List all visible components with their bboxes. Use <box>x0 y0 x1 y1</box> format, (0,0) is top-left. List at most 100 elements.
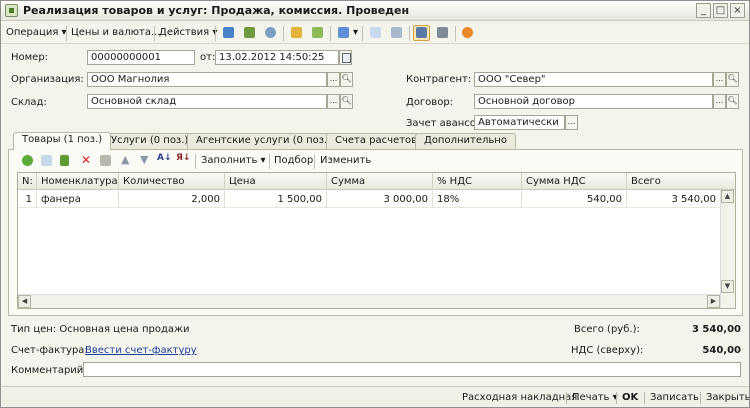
actions-menu[interactable]: Действия ▾ <box>159 26 217 40</box>
window-title: Реализация товаров и услуг: Продажа, ком… <box>23 4 410 17</box>
vat-value: 540,00 <box>702 345 741 356</box>
scroll-down-icon[interactable]: ▼ <box>721 280 734 293</box>
tab-agent-services[interactable]: Агентские услуги (0 поз.) <box>187 133 341 149</box>
list-settings-icon[interactable] <box>434 25 451 41</box>
organization-field[interactable]: ООО Магнолия <box>87 72 327 87</box>
cell-item[interactable]: фанера <box>37 191 119 208</box>
column-header-quantity[interactable]: Количество <box>119 173 225 190</box>
cell-vat-rate[interactable]: 18% <box>433 191 522 208</box>
debit-credit-icon[interactable] <box>367 25 384 41</box>
post-and-close-icon[interactable] <box>220 25 237 41</box>
end-edit-icon[interactable] <box>97 153 114 169</box>
change-button[interactable]: Изменить <box>320 154 371 168</box>
save-button[interactable]: Записать <box>650 391 699 405</box>
date-label: от: <box>200 52 216 63</box>
vertical-scrollbar[interactable]: ▲ ▼ <box>720 190 735 308</box>
warehouse-label: Склад: <box>11 97 47 108</box>
tab-services[interactable]: Услуги (0 поз.) <box>102 133 198 149</box>
operation-menu[interactable]: Операция ▾ <box>6 26 67 40</box>
cell-quantity[interactable]: 2,000 <box>119 191 225 208</box>
comment-field[interactable] <box>83 362 741 377</box>
price-type-label: Тип цен: Основная цена продажи <box>11 324 190 335</box>
scroll-right-icon[interactable]: ▶ <box>707 295 720 308</box>
column-header-number[interactable]: N: <box>18 173 37 190</box>
contract-select-button[interactable]: ... <box>713 94 726 109</box>
column-header-vat-rate[interactable]: % НДС <box>433 173 522 190</box>
horizontal-scrollbar[interactable]: ◀ ▶ <box>18 294 720 308</box>
help-icon[interactable] <box>459 25 476 41</box>
tab-goods[interactable]: Товары (1 поз.) <box>13 132 112 150</box>
enter-invoice-link[interactable]: Ввести счет-фактуру <box>85 345 197 356</box>
save-document-icon[interactable] <box>241 25 258 41</box>
cell-number: 1 <box>18 191 37 208</box>
close-button[interactable]: Закрыть <box>706 391 749 405</box>
column-header-sum[interactable]: Сумма <box>327 173 433 190</box>
cell-sum[interactable]: 3 000,00 <box>327 191 433 208</box>
organization-select-button[interactable]: ... <box>327 72 340 87</box>
copy-row-icon[interactable] <box>38 153 55 169</box>
sort-descending-icon[interactable]: Я↓ <box>174 153 191 169</box>
title-bar: Реализация товаров и услуг: Продажа, ком… <box>1 1 749 21</box>
fill-menu[interactable]: Заполнить ▾ <box>201 154 266 168</box>
refresh-icon[interactable] <box>262 25 279 41</box>
selection-button[interactable]: Подбор <box>274 154 313 168</box>
ok-button[interactable]: OK <box>622 391 638 405</box>
advance-offset-select-button[interactable]: ... <box>565 115 578 130</box>
tab-settlement-accounts[interactable]: Счета расчетов <box>326 133 427 149</box>
column-header-price[interactable]: Цена <box>225 173 327 190</box>
total-label: Всего (руб.): <box>574 324 640 335</box>
number-field[interactable]: 00000000001 <box>87 50 195 65</box>
cell-price[interactable]: 1 500,00 <box>225 191 327 208</box>
tab-additional[interactable]: Дополнительно <box>415 133 516 149</box>
date-field[interactable]: 13.02.2012 14:50:25 <box>215 50 339 65</box>
advance-offset-field[interactable]: Автоматически <box>474 115 565 130</box>
post-document-icon[interactable] <box>288 25 305 41</box>
cell-vat-sum[interactable]: 540,00 <box>522 191 627 208</box>
counterparty-field[interactable]: ООО "Север" <box>474 72 713 87</box>
print-menu[interactable]: Печать ▾ <box>572 391 618 405</box>
delete-row-icon[interactable]: ✕ <box>77 153 94 169</box>
waybill-button[interactable]: Расходная накладная <box>462 391 577 405</box>
organization-open-icon[interactable]: 🔍︎ <box>340 72 353 87</box>
goods-panel: ✕ ▲ ▼ A↓ Я↓ Заполнить ▾ Подбор Изменить … <box>8 149 743 316</box>
document-window: Реализация товаров и услуг: Продажа, ком… <box>0 0 750 408</box>
warehouse-open-icon[interactable]: 🔍︎ <box>340 94 353 109</box>
counterparty-label: Контрагент: <box>406 74 472 85</box>
column-header-total[interactable]: Всего <box>627 173 735 190</box>
maximize-button[interactable]: □ <box>713 3 728 18</box>
document-icon <box>5 4 18 17</box>
contract-label: Договор: <box>406 97 454 108</box>
warehouse-field[interactable]: Основной склад <box>87 94 327 109</box>
move-down-icon[interactable]: ▼ <box>136 153 153 169</box>
column-header-item[interactable]: Номенклатура <box>37 173 119 190</box>
calendar-icon[interactable] <box>339 50 352 65</box>
structure-icon[interactable] <box>388 25 405 41</box>
table-toolbar: ✕ ▲ ▼ A↓ Я↓ Заполнить ▾ Подбор Изменить <box>9 150 742 172</box>
vat-label: НДС (сверху): <box>571 345 644 356</box>
move-up-icon[interactable]: ▲ <box>117 153 134 169</box>
counterparty-open-icon[interactable]: 🔍︎ <box>726 72 739 87</box>
footer-bar: Расходная накладная Печать ▾ OK Записать… <box>1 386 749 407</box>
unpost-document-icon[interactable] <box>309 25 326 41</box>
table-row[interactable]: 1 фанера 2,000 1 500,00 3 000,00 18% 540… <box>18 191 720 208</box>
contract-field[interactable]: Основной договор <box>474 94 713 109</box>
organization-label: Организация: <box>11 74 84 85</box>
counterparty-select-button[interactable]: ... <box>713 72 726 87</box>
total-value: 3 540,00 <box>691 324 741 335</box>
sort-ascending-icon[interactable]: A↓ <box>155 153 172 169</box>
minimize-button[interactable]: _ <box>696 3 711 18</box>
warehouse-select-button[interactable]: ... <box>327 94 340 109</box>
table-header: N: Номенклатура Количество Цена Сумма % … <box>18 173 735 190</box>
edit-row-icon[interactable] <box>57 153 74 169</box>
prices-currency-button[interactable]: Цены и валюта... <box>71 26 161 40</box>
close-window-button[interactable]: × <box>730 3 745 18</box>
scroll-up-icon[interactable]: ▲ <box>721 190 734 203</box>
comment-label: Комментарий: <box>11 365 87 376</box>
scroll-left-icon[interactable]: ◀ <box>18 295 31 308</box>
cell-total: 3 540,00 <box>671 194 716 205</box>
contract-open-icon[interactable]: 🔍︎ <box>726 94 739 109</box>
add-row-icon[interactable] <box>19 153 36 169</box>
hierarchy-icon[interactable] <box>413 25 430 41</box>
enter-based-on-icon[interactable] <box>335 25 352 41</box>
column-header-vat-sum[interactable]: Сумма НДС <box>522 173 627 190</box>
